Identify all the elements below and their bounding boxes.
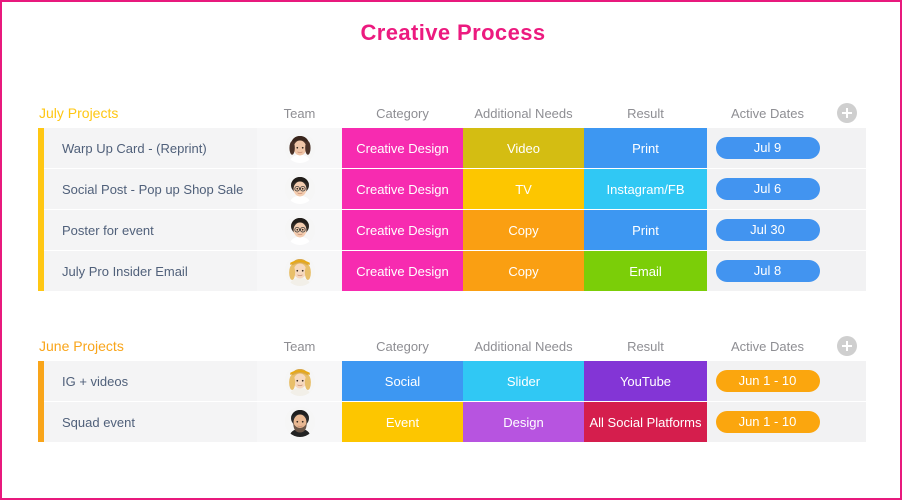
column-header-additional-needs: Additional Needs	[474, 105, 573, 121]
row-result-tag[interactable]: All Social Platforms	[584, 402, 707, 442]
row-active-dates-cell: Jul 30	[707, 210, 828, 250]
date-pill[interactable]: Jul 30	[715, 219, 820, 241]
row-project-name: Social Post - Pop up Shop Sale	[38, 169, 257, 209]
row-result-tag[interactable]: Print	[584, 210, 707, 250]
plus-icon[interactable]	[837, 103, 857, 123]
column-header-category: Category	[376, 105, 429, 121]
column-header-active-dates: Active Dates	[731, 105, 804, 121]
row-team-cell[interactable]	[257, 402, 342, 442]
table-row[interactable]: Warp Up Card - (Reprint) Creative Design V…	[38, 128, 866, 168]
row-project-name: Squad event	[38, 402, 257, 442]
row-result-tag[interactable]: Email	[584, 251, 707, 291]
date-pill[interactable]: Jul 9	[715, 137, 820, 159]
row-actions-cell[interactable]	[828, 128, 866, 168]
section-june-projects: June Projects Team Category Additional N…	[38, 331, 866, 442]
row-category-tag[interactable]: Creative Design	[342, 128, 463, 168]
row-project-name: July Pro Insider Email	[38, 251, 257, 291]
table-row[interactable]: Social Post - Pop up Shop Sale Creative D…	[38, 169, 866, 209]
column-header-additional-needs: Additional Needs	[474, 338, 573, 354]
row-result-tag[interactable]: Instagram/FB	[584, 169, 707, 209]
column-header-team: Team	[283, 105, 316, 121]
row-active-dates-cell: Jun 1 - 10	[707, 361, 828, 401]
add-row-button-july[interactable]	[828, 103, 866, 123]
row-active-dates-cell: Jul 8	[707, 251, 828, 291]
row-actions-cell[interactable]	[828, 361, 866, 401]
row-active-dates-cell: Jun 1 - 10	[707, 402, 828, 442]
row-additional-needs-tag[interactable]: TV	[463, 169, 584, 209]
row-category-tag[interactable]: Event	[342, 402, 463, 442]
column-header-team: Team	[283, 338, 316, 354]
date-pill[interactable]: Jun 1 - 10	[715, 370, 820, 392]
section-accent-bar	[38, 128, 44, 291]
avatar[interactable]	[284, 407, 315, 437]
column-header-category: Category	[376, 338, 429, 354]
section-accent-bar	[38, 361, 44, 442]
row-actions-cell[interactable]	[828, 169, 866, 209]
row-actions-cell[interactable]	[828, 251, 866, 291]
date-pill[interactable]: Jul 6	[715, 178, 820, 200]
row-additional-needs-tag[interactable]: Copy	[463, 251, 584, 291]
table-row[interactable]: July Pro Insider Email Creative Design Cop…	[38, 251, 866, 291]
date-pill[interactable]: Jun 1 - 10	[715, 411, 820, 433]
date-pill[interactable]: Jul 8	[715, 260, 820, 282]
avatar[interactable]	[284, 174, 315, 204]
section-title-june: June Projects	[39, 338, 124, 354]
avatar[interactable]	[284, 215, 315, 245]
row-result-tag[interactable]: Print	[584, 128, 707, 168]
row-project-name: IG + videos	[38, 361, 257, 401]
column-header-result: Result	[627, 105, 664, 121]
table-body-june: IG + videos Social Slider YouTube Jun 1 - 10…	[38, 361, 866, 442]
add-row-button-june[interactable]	[828, 336, 866, 356]
creative-process-page: Creative Process July Projects Team Cate…	[0, 0, 902, 500]
section-july-projects: July Projects Team Category Additional N…	[38, 98, 866, 291]
section-title-july: July Projects	[39, 105, 119, 121]
avatar[interactable]	[284, 133, 315, 163]
row-category-tag[interactable]: Creative Design	[342, 251, 463, 291]
plus-icon[interactable]	[837, 336, 857, 356]
row-team-cell[interactable]	[257, 128, 342, 168]
row-active-dates-cell: Jul 9	[707, 128, 828, 168]
column-header-result: Result	[627, 338, 664, 354]
row-project-name: Warp Up Card - (Reprint)	[38, 128, 257, 168]
row-additional-needs-tag[interactable]: Copy	[463, 210, 584, 250]
row-additional-needs-tag[interactable]: Design	[463, 402, 584, 442]
row-team-cell[interactable]	[257, 169, 342, 209]
row-actions-cell[interactable]	[828, 402, 866, 442]
row-actions-cell[interactable]	[828, 210, 866, 250]
row-team-cell[interactable]	[257, 361, 342, 401]
page-title: Creative Process	[360, 20, 546, 45]
avatar[interactable]	[284, 256, 315, 286]
table-body-july: Warp Up Card - (Reprint) Creative Design V…	[38, 128, 866, 291]
avatar[interactable]	[284, 366, 315, 396]
row-category-tag[interactable]: Creative Design	[342, 169, 463, 209]
row-project-name: Poster for event	[38, 210, 257, 250]
table-row[interactable]: Poster for event Creative Design Copy Print…	[38, 210, 866, 250]
row-category-tag[interactable]: Creative Design	[342, 210, 463, 250]
row-active-dates-cell: Jul 6	[707, 169, 828, 209]
table-row[interactable]: Squad event Event Design All Social Platfor…	[38, 402, 866, 442]
row-team-cell[interactable]	[257, 251, 342, 291]
table-header-row: July Projects Team Category Additional N…	[38, 98, 866, 128]
row-team-cell[interactable]	[257, 210, 342, 250]
row-category-tag[interactable]: Social	[342, 361, 463, 401]
column-header-active-dates: Active Dates	[731, 338, 804, 354]
table-row[interactable]: IG + videos Social Slider YouTube Jun 1 - 10	[38, 361, 866, 401]
table-header-row: June Projects Team Category Additional N…	[38, 331, 866, 361]
row-additional-needs-tag[interactable]: Slider	[463, 361, 584, 401]
row-additional-needs-tag[interactable]: Video	[463, 128, 584, 168]
row-result-tag[interactable]: YouTube	[584, 361, 707, 401]
